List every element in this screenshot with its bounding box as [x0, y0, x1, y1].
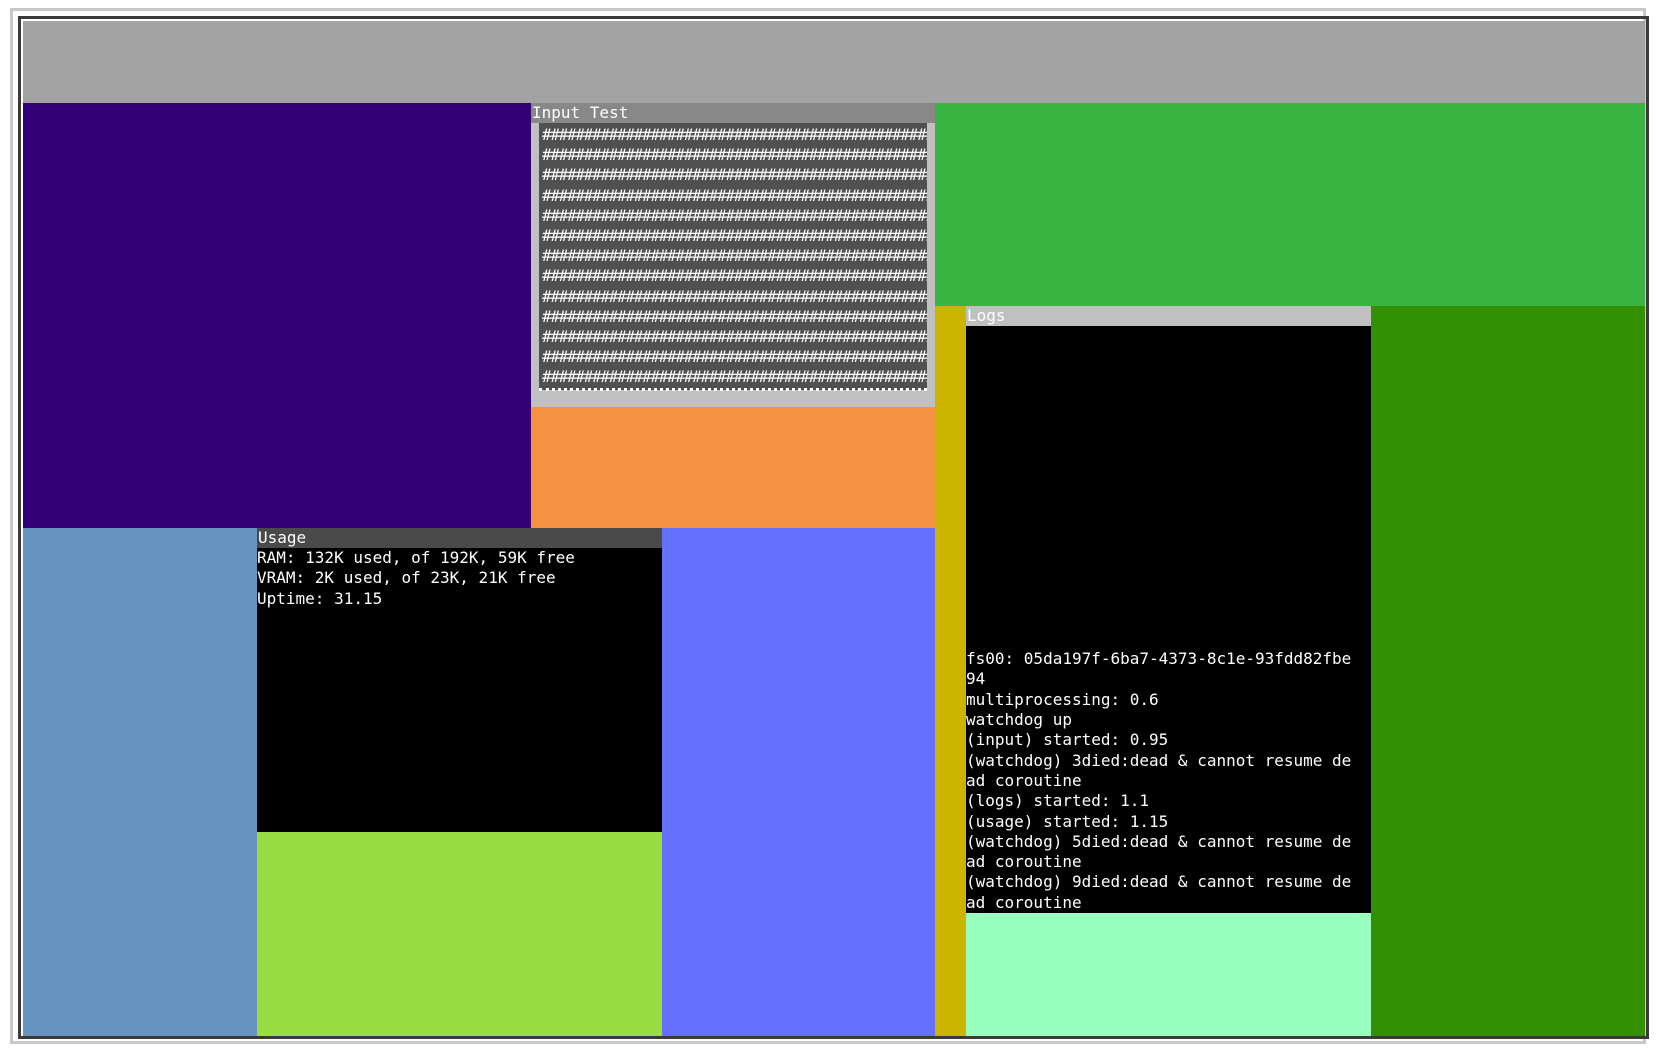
input-test-row: ########################################…	[542, 306, 927, 326]
green-panel-top	[935, 103, 1645, 306]
input-test-row: ########################################…	[542, 266, 927, 286]
log-line: ad coroutine	[966, 892, 1082, 912]
log-line: ad coroutine	[966, 852, 1082, 872]
input-test-row: ########################################…	[542, 225, 927, 245]
input-test-row: ########################################…	[542, 145, 927, 165]
log-line: (watchdog) 5died:dead & cannot resume de	[966, 831, 1352, 851]
log-line: multiprocessing: 0.6	[966, 689, 1159, 709]
log-line: (watchdog) 9died:dead & cannot resume de	[966, 872, 1352, 892]
input-test-row: ########################################…	[542, 246, 927, 266]
log-line: (usage) started: 1.15	[966, 811, 1169, 831]
top-bar	[23, 21, 1645, 103]
lime-panel	[257, 832, 662, 1036]
log-line: watchdog up	[966, 710, 1072, 730]
usage-line: Uptime: 31.15	[257, 588, 383, 608]
usage-line: RAM: 132K used, of 192K, 59K free	[257, 548, 575, 567]
log-line: (logs) started: 1.1	[966, 791, 1150, 811]
input-test-grid[interactable]: ########################################…	[539, 123, 927, 390]
log-line: fs00: 05da197f-6ba7-4373-8c1e-93fdd82fbe	[966, 649, 1352, 669]
purple-panel	[23, 103, 531, 528]
input-test-row: ########################################…	[542, 165, 927, 185]
log-line: (input) started: 0.95	[966, 730, 1169, 750]
input-test-row: ########################################…	[542, 286, 927, 306]
log-line: 94	[966, 669, 986, 689]
usage-window[interactable]: Usage RAM: 132K used, of 192K, 59K free V…	[257, 528, 662, 832]
steel-blue-panel	[23, 528, 257, 1036]
input-test-row: ########################################…	[542, 205, 927, 225]
periwinkle-panel	[662, 528, 935, 1036]
usage-output: RAM: 132K used, of 192K, 59K free VRAM: 2…	[257, 548, 662, 609]
logs-output: fs00: 05da197f-6ba7-4373-8c1e-93fdd82fbe…	[966, 649, 1371, 913]
input-test-title: Input Test	[531, 103, 935, 123]
mint-panel	[966, 913, 1371, 1036]
input-test-row: ########################################…	[542, 347, 927, 367]
input-test-row: ########################################…	[542, 326, 927, 346]
green-panel-dark	[1371, 306, 1645, 1036]
usage-title: Usage	[257, 528, 662, 548]
desktop-screen: Input Test #############################…	[0, 0, 1660, 1052]
logs-title: Logs	[966, 306, 1371, 326]
log-line: ad coroutine	[966, 770, 1082, 790]
log-line: (watchdog) 3died:dead & cannot resume de	[966, 750, 1352, 770]
orange-panel	[531, 407, 935, 528]
usage-line: VRAM: 2K used, of 23K, 21K free	[257, 568, 556, 588]
input-test-row: ########################################…	[542, 367, 927, 387]
logs-window[interactable]: Logs fs00: 05da197f-6ba7-4373-8c1e-93fdd…	[966, 306, 1371, 913]
input-test-window[interactable]: Input Test #############################…	[531, 103, 935, 407]
input-test-row: ########################################…	[542, 185, 927, 205]
mustard-strip	[935, 306, 966, 1036]
input-test-dotted-divider	[539, 388, 927, 391]
input-test-row: ########################################…	[542, 125, 927, 144]
